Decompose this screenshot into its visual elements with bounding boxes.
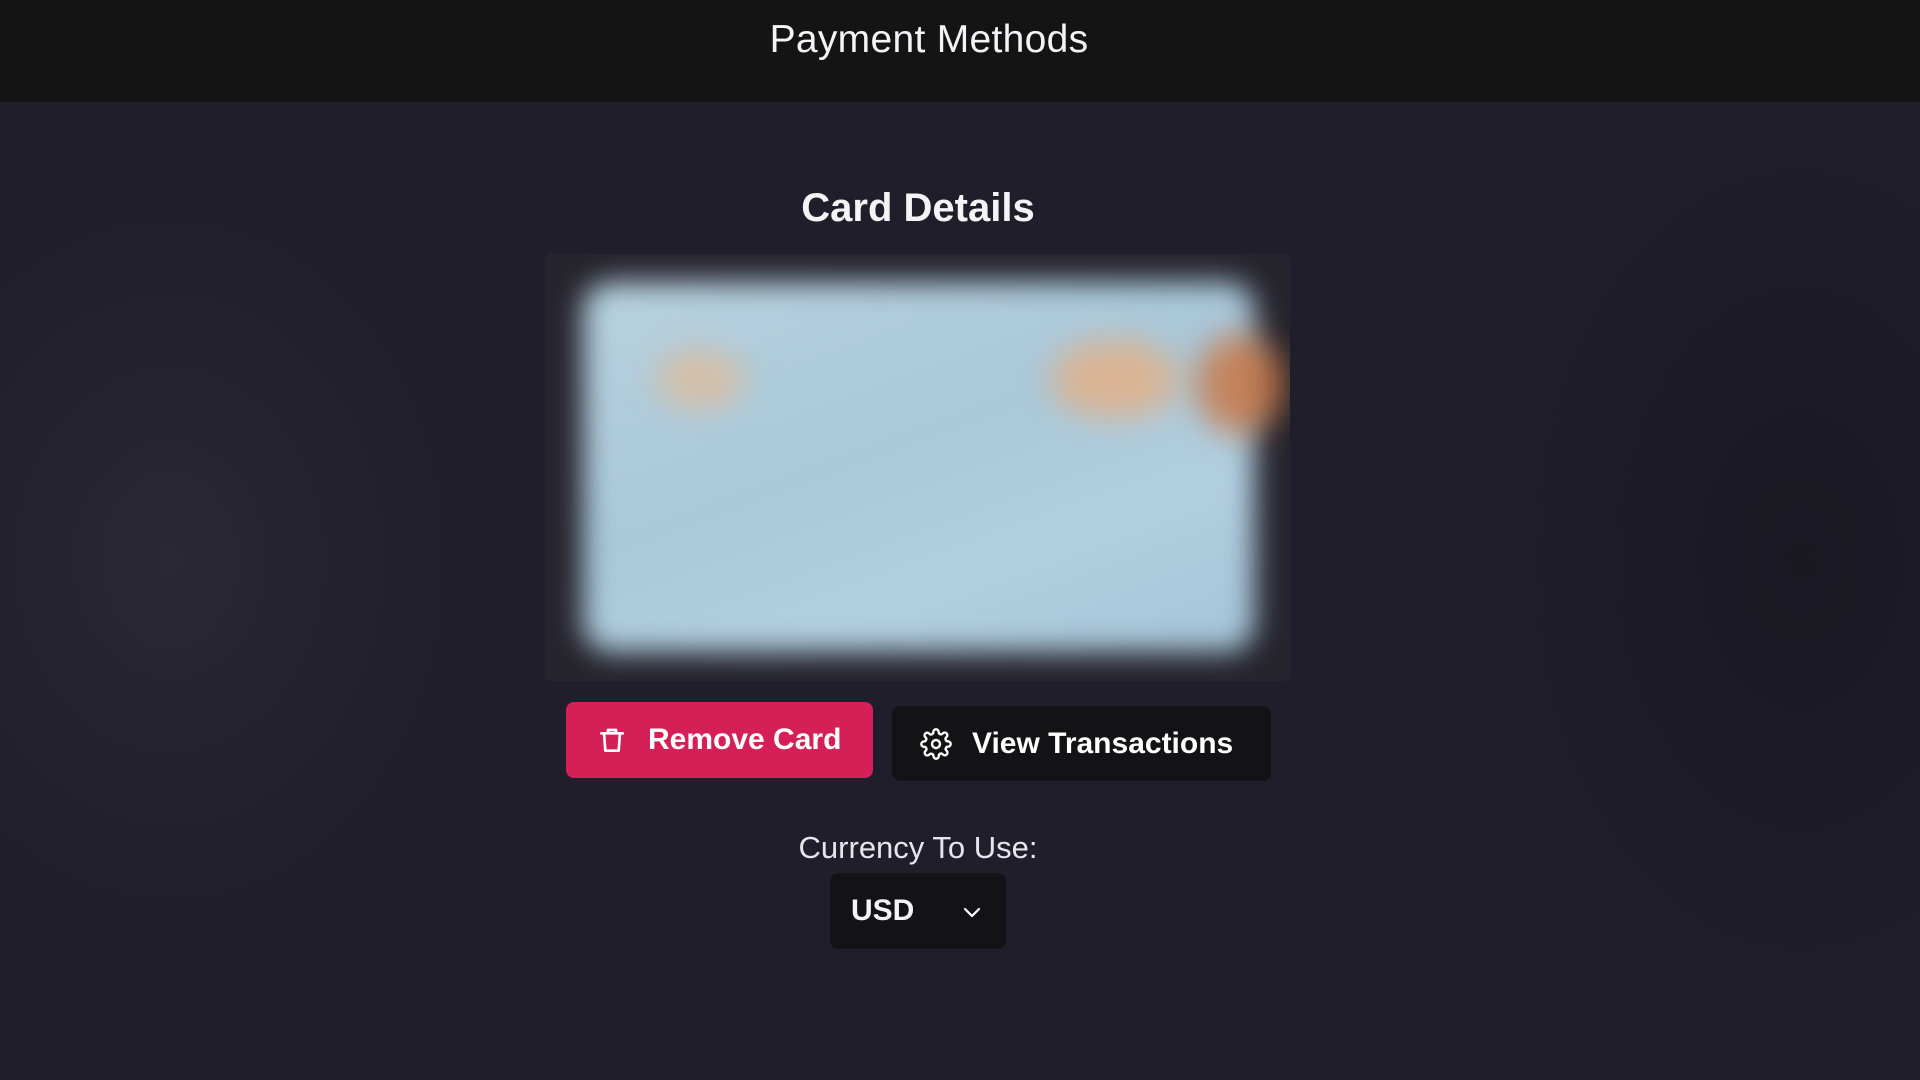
top-bar: Payment Methods (0, 0, 1920, 102)
payment-methods-screen: Payment Methods Card Details Remove Card… (0, 0, 1920, 1080)
card-details-heading: Card Details (801, 186, 1035, 230)
card-image-frame (545, 254, 1290, 681)
remove-card-label: Remove Card (648, 723, 842, 756)
view-transactions-label: View Transactions (972, 726, 1234, 760)
remove-card-button[interactable]: Remove Card (566, 702, 873, 778)
card-image-highlight (1050, 339, 1180, 419)
card-image (583, 282, 1255, 652)
chevron-down-icon (960, 900, 984, 924)
view-transactions-button[interactable]: View Transactions (892, 706, 1271, 781)
trash-icon (596, 724, 628, 756)
card-image-highlight (655, 349, 745, 409)
currency-label: Currency To Use: (798, 830, 1038, 865)
currency-select[interactable]: USD (830, 873, 1006, 949)
card-image-highlight (1195, 334, 1285, 434)
currency-selected-value: USD (851, 894, 915, 927)
gear-icon (920, 727, 952, 760)
page-title: Payment Methods (769, 18, 1089, 61)
